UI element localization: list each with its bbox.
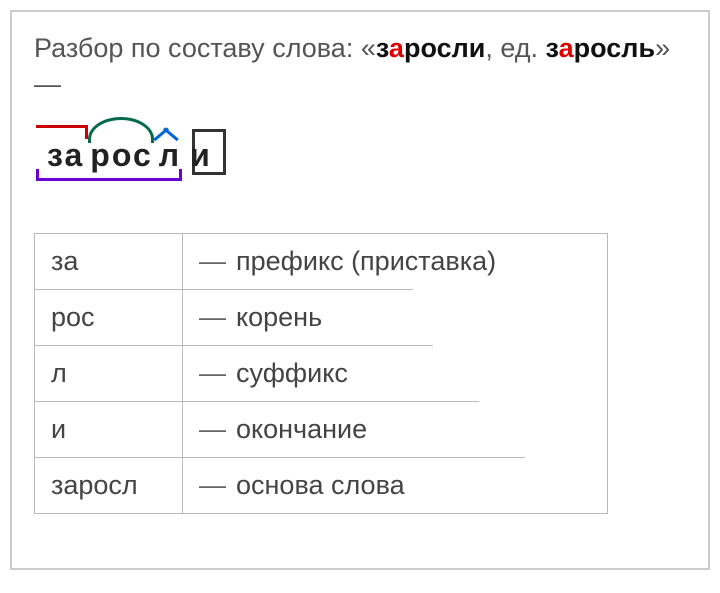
intro-text: Разбор по составу слова: «заросли, ед. з…	[34, 30, 686, 103]
dash-icon: —	[199, 246, 226, 277]
desc-text: префикс (приставка)	[236, 246, 496, 277]
word2-p1: з	[546, 33, 559, 63]
word1-p2: росли	[404, 33, 485, 63]
desc-cell: — суффикс	[183, 345, 433, 401]
intro-sep: , ед.	[485, 33, 545, 63]
dash-icon: —	[199, 302, 226, 333]
desc-text: корень	[236, 302, 322, 333]
desc-cell: — основа слова	[183, 457, 525, 513]
dash-icon: —	[199, 470, 226, 501]
desc-cell: — окончание	[183, 401, 479, 457]
morpheme-table: за — префикс (приставка) рос — корень л …	[34, 233, 608, 514]
morph-cell: л	[35, 345, 183, 401]
dash-icon: —	[199, 358, 226, 389]
segment-ending: и	[184, 139, 220, 171]
table-row: заросл — основа слова	[35, 457, 607, 513]
desc-cell: — префикс (приставка)	[183, 234, 607, 289]
intro-prefix: Разбор по составу слова: «	[34, 33, 376, 63]
diagram-word: заросли	[40, 133, 224, 173]
suffix-caret-marker	[152, 119, 182, 139]
morph-cell: и	[35, 401, 183, 457]
morph-cell: заросл	[35, 457, 183, 513]
table-row: и — окончание	[35, 401, 607, 457]
morph-cell: рос	[35, 289, 183, 345]
segment-prefix: за	[44, 139, 87, 171]
dash-icon: —	[199, 414, 226, 445]
content-card: Разбор по составу слова: «заросли, ед. з…	[10, 10, 710, 570]
word1-accent: а	[389, 33, 404, 63]
table-row: за — префикс (приставка)	[35, 234, 607, 289]
morph-cell: за	[35, 234, 183, 289]
word2-p2: росль	[574, 33, 655, 63]
desc-cell: — корень	[183, 289, 413, 345]
table-row: л — суффикс	[35, 345, 607, 401]
word1-p1: з	[376, 33, 389, 63]
segment-suffix: л	[156, 139, 184, 171]
desc-text: суффикс	[236, 358, 348, 389]
segment-root: рос	[87, 139, 155, 171]
table-row: рос — корень	[35, 289, 607, 345]
morpheme-diagram: заросли	[40, 133, 686, 173]
desc-text: окончание	[236, 414, 367, 445]
close-quote: »	[655, 33, 670, 63]
trailing-dash: —	[34, 69, 61, 99]
desc-text: основа слова	[236, 470, 405, 501]
word2-accent: а	[559, 33, 574, 63]
